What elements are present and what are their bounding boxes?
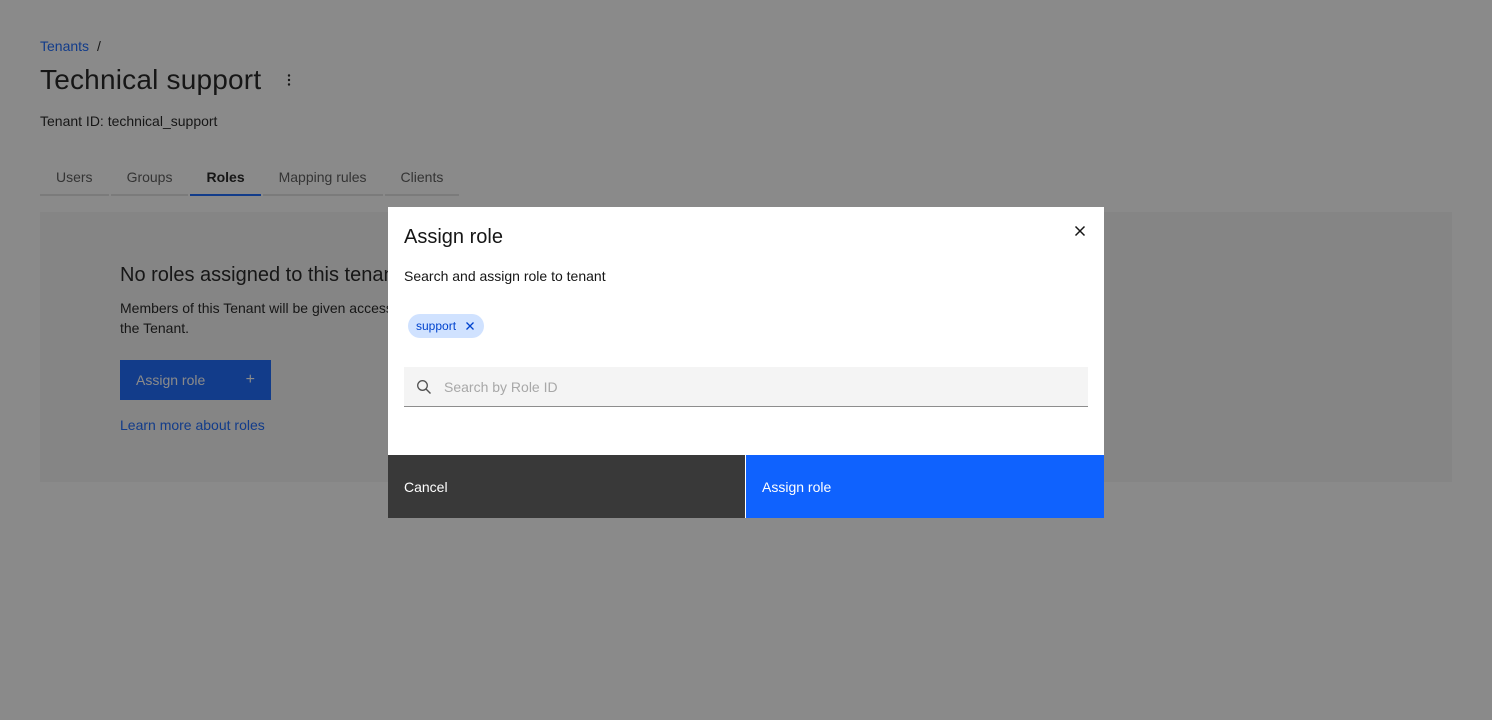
close-icon[interactable] <box>1068 219 1092 243</box>
search-input[interactable] <box>444 366 1064 407</box>
modal-description: Search and assign role to tenant <box>404 268 606 284</box>
tag-label: support <box>416 319 457 333</box>
assign-role-modal: Assign role Search and assign role to te… <box>388 207 1104 518</box>
cancel-button[interactable]: Cancel <box>388 455 745 518</box>
tag-close-icon[interactable] <box>462 318 478 334</box>
modal-footer: Cancel Assign role <box>388 455 1104 518</box>
selected-role-tag: support <box>408 314 485 338</box>
role-search <box>404 366 1088 407</box>
modal-title: Assign role <box>404 226 503 248</box>
assign-role-submit-button[interactable]: Assign role <box>746 455 1104 518</box>
search-icon <box>404 367 444 407</box>
